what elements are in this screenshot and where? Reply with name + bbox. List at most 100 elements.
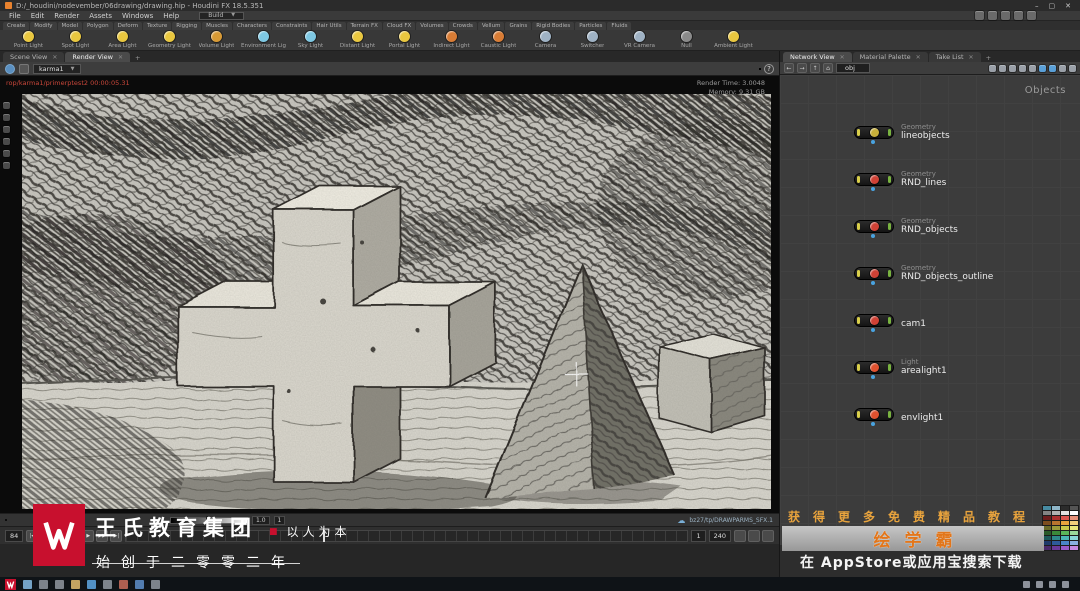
shelf-tab[interactable]: Terrain FX <box>346 22 382 30</box>
playback-options-icon[interactable] <box>762 529 774 542</box>
start-icon[interactable] <box>23 579 32 589</box>
color-swatch[interactable] <box>1061 511 1069 515</box>
forward-button[interactable]: → <box>797 63 807 73</box>
close-button[interactable]: ✕ <box>1065 2 1071 10</box>
shelf-tool[interactable]: Indirect Light <box>429 31 474 49</box>
menu-item[interactable]: Assets <box>84 12 117 20</box>
color-swatch[interactable] <box>1043 546 1051 550</box>
radial-menu-icon[interactable] <box>1014 11 1023 20</box>
color-swatch[interactable] <box>1061 521 1069 525</box>
color-swatch[interactable] <box>1070 536 1078 540</box>
color-swatch[interactable] <box>1043 521 1051 525</box>
display-flag-icon[interactable] <box>871 375 875 379</box>
move-tool-icon[interactable] <box>3 114 10 121</box>
color-swatch[interactable] <box>1043 511 1051 515</box>
shelf-tool[interactable]: Ambient Light <box>711 31 756 49</box>
tab-render-view[interactable]: Render View ✕ <box>65 52 131 62</box>
scale-tool-icon[interactable] <box>3 138 10 145</box>
display-flag-icon[interactable] <box>871 187 875 191</box>
store-icon[interactable] <box>103 579 112 589</box>
close-icon[interactable]: ✕ <box>52 54 57 61</box>
handles-tool-icon[interactable] <box>3 150 10 157</box>
display-flag-icon[interactable] <box>871 422 875 426</box>
close-icon[interactable]: ✕ <box>916 54 921 61</box>
panes-icon[interactable] <box>988 11 997 20</box>
close-icon[interactable]: ✕ <box>840 54 845 61</box>
color-swatch[interactable] <box>1052 516 1060 520</box>
close-icon[interactable]: ✕ <box>118 54 123 61</box>
new-tab-button[interactable]: + <box>982 54 995 62</box>
color-swatch[interactable] <box>1070 531 1078 535</box>
shelf-tool[interactable]: Caustic Light <box>476 31 521 49</box>
node-body[interactable] <box>854 408 894 426</box>
color-swatch[interactable] <box>1043 536 1051 540</box>
menu-item[interactable]: Help <box>158 12 184 20</box>
shelf-tool[interactable]: Null <box>664 31 709 49</box>
desktop-selector[interactable]: Build ▼ <box>199 11 245 20</box>
shelf-tab[interactable]: Characters <box>233 22 272 30</box>
home-button[interactable]: ⌂ <box>823 63 833 73</box>
display-flag-icon[interactable] <box>871 328 875 332</box>
color-swatch[interactable] <box>1061 541 1069 545</box>
color-swatch[interactable] <box>1052 521 1060 525</box>
tab-scene-view[interactable]: Scene View ✕ <box>3 52 65 62</box>
shelf-tool[interactable]: Geometry Light <box>147 31 192 49</box>
search-icon[interactable] <box>39 579 48 589</box>
node-body[interactable] <box>854 173 894 191</box>
shelf-tab[interactable]: Texture <box>143 22 172 30</box>
node-body[interactable] <box>854 126 894 144</box>
blue-panel-icon[interactable] <box>1039 64 1046 72</box>
chat-icon[interactable] <box>151 579 160 589</box>
network-view[interactable]: Objects Geometry lineobjects Geometry RN… <box>780 75 1080 545</box>
select-tool-icon[interactable] <box>3 102 10 109</box>
wrench-icon[interactable] <box>999 64 1006 72</box>
realtime-icon[interactable] <box>748 529 760 542</box>
help-button[interactable]: ? <box>764 63 774 74</box>
range-start-field[interactable]: 1 <box>691 529 706 542</box>
color-swatch[interactable] <box>1070 516 1078 520</box>
color-swatch[interactable] <box>1043 526 1051 530</box>
color-swatch[interactable] <box>1052 506 1060 510</box>
shelf-tool[interactable]: Spot Light <box>53 31 98 49</box>
media-icon[interactable] <box>119 579 128 589</box>
shelf-tool[interactable]: Switcher <box>570 31 615 49</box>
color-swatch[interactable] <box>1070 521 1078 525</box>
notification-icon[interactable] <box>1062 580 1069 588</box>
shelf-tool[interactable]: VR Camera <box>617 31 662 49</box>
shelf-tab[interactable]: Modify <box>30 22 57 30</box>
color-swatch[interactable] <box>1061 536 1069 540</box>
shelf-tool[interactable]: Camera <box>523 31 568 49</box>
stop-render-button[interactable] <box>19 63 29 74</box>
audio-icon[interactable] <box>734 529 746 542</box>
browser-icon[interactable] <box>87 579 96 589</box>
network-node[interactable]: Geometry RND_lines <box>854 156 1072 203</box>
node-body[interactable] <box>854 267 894 285</box>
shelf-tool[interactable]: Volume Light <box>194 31 239 49</box>
menu-item[interactable]: Windows <box>117 12 158 20</box>
network-icon[interactable] <box>1036 580 1043 588</box>
shelf-tab[interactable]: Constraints <box>272 22 312 30</box>
shelf-tool[interactable]: Point Light <box>6 31 51 49</box>
network-node[interactable]: Geometry RND_objects <box>854 203 1072 250</box>
scissors-icon[interactable] <box>989 64 996 72</box>
current-frame-field[interactable]: 84 <box>5 529 24 542</box>
layout-icon[interactable] <box>975 11 984 20</box>
columns-icon[interactable] <box>1029 64 1036 72</box>
tab-material-palette[interactable]: Material Palette ✕ <box>852 52 928 62</box>
shelf-tab[interactable]: Cloud FX <box>382 22 416 30</box>
network-node[interactable]: Geometry RND_objects_outline <box>854 250 1072 297</box>
render-button[interactable] <box>5 63 15 74</box>
shelf-tab[interactable]: Rigid Bodies <box>532 22 575 30</box>
color-swatch[interactable] <box>1052 531 1060 535</box>
shelf-tab[interactable]: Fluids <box>607 22 632 30</box>
color-swatch[interactable] <box>1070 506 1078 510</box>
color-swatch[interactable] <box>1043 506 1051 510</box>
shelf-tab[interactable]: Deform <box>113 22 143 30</box>
shelf-tool[interactable]: Area Light <box>100 31 145 49</box>
shelf-tab[interactable]: Polygon <box>83 22 113 30</box>
minimize-button[interactable]: – <box>1035 2 1039 10</box>
display-icon[interactable] <box>1009 64 1016 72</box>
color-swatch[interactable] <box>1061 506 1069 510</box>
shelf-tab[interactable]: Hair Utils <box>312 22 346 30</box>
blue-panel2-icon[interactable] <box>1049 64 1056 72</box>
